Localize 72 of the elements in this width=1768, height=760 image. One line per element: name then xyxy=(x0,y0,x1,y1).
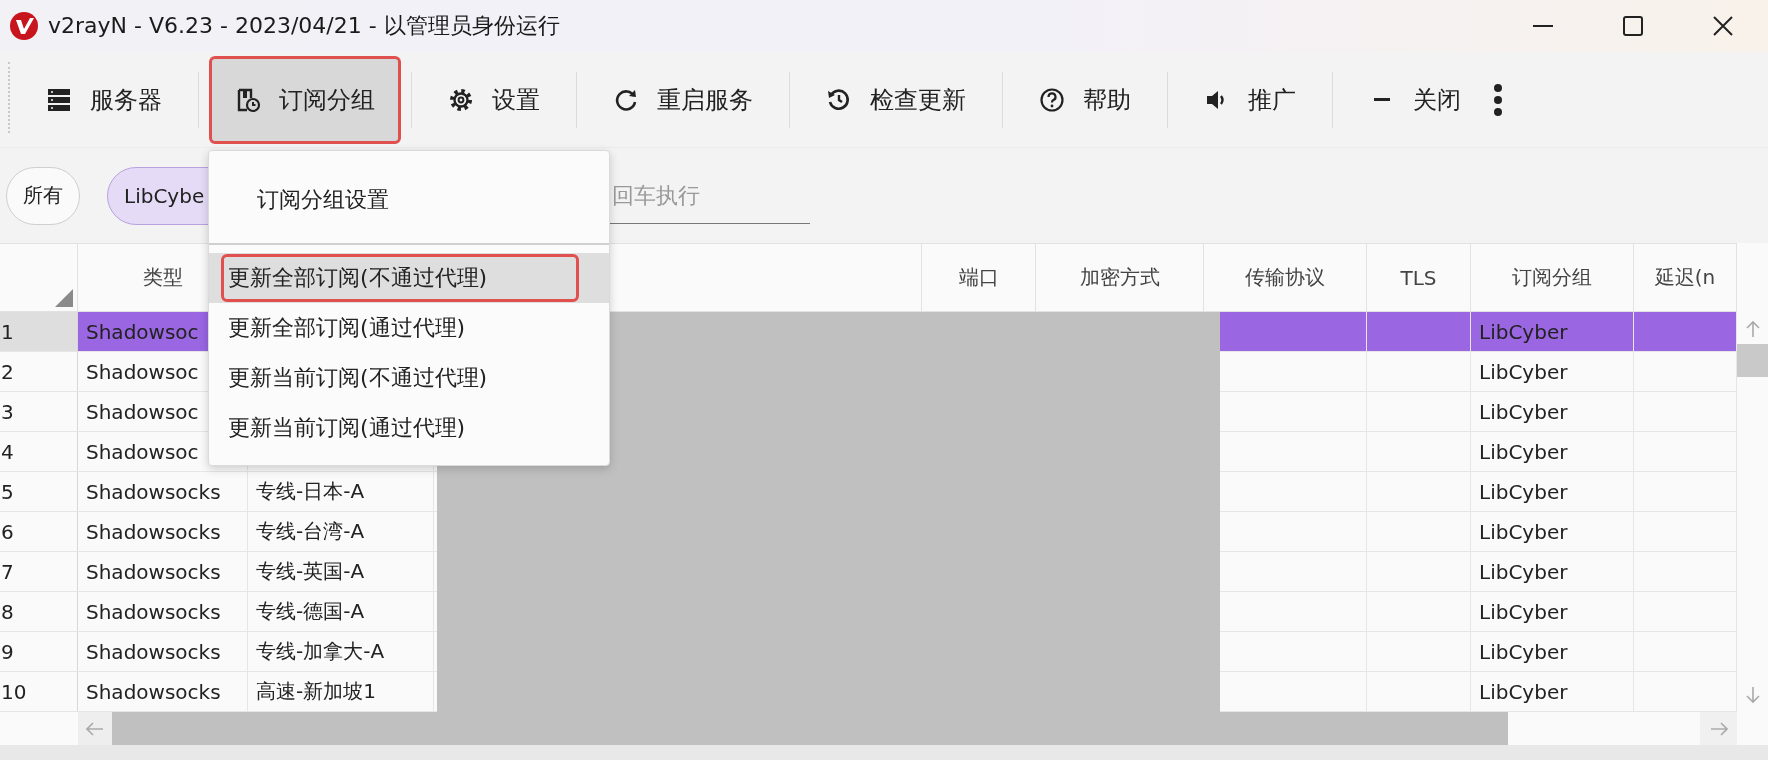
row-number: 4 xyxy=(1,439,14,464)
row-number: 9 xyxy=(1,639,14,664)
row-number: 8 xyxy=(1,599,14,624)
table-cell: Shadowsocks xyxy=(86,479,221,504)
table-cell: Shadowsocks xyxy=(86,519,221,544)
menu-item[interactable]: 更新全部订阅(不通过代理) xyxy=(209,253,609,303)
menu-item[interactable]: 更新当前订阅(不通过代理) xyxy=(209,353,609,403)
toolbar-button[interactable]: 设置 xyxy=(424,57,564,142)
column-header[interactable]: 订阅分组 xyxy=(1471,244,1634,311)
close-icon[interactable] xyxy=(1711,14,1735,38)
row-number: 7 xyxy=(1,559,14,584)
scrollbar-thumb[interactable] xyxy=(112,712,1508,745)
toolbar-button[interactable]: 关闭 xyxy=(1345,57,1485,142)
right-arrow-icon[interactable] xyxy=(1709,720,1728,737)
toolbar-button[interactable]: 检查更新 xyxy=(802,57,990,142)
column-header[interactable]: 延迟(n xyxy=(1634,244,1737,311)
toolbar-button[interactable]: 帮助 xyxy=(1015,57,1155,142)
row-number: 6 xyxy=(1,519,14,544)
search-field[interactable]: 回车执行 xyxy=(560,167,810,224)
table-cell: LibCyber xyxy=(1479,319,1568,344)
table-cell: Shadowsocks xyxy=(86,559,221,584)
filter-chip[interactable]: 所有 xyxy=(6,166,80,225)
row-number: 1 xyxy=(1,319,14,344)
table-cell: Shadowsoc xyxy=(86,319,199,344)
row-number: 3 xyxy=(1,399,14,424)
toolbar-button[interactable]: 订阅分组 xyxy=(211,57,399,142)
logo-icon xyxy=(10,12,38,40)
table-cell: LibCyber xyxy=(1479,639,1568,664)
table-cell: LibCyber xyxy=(1479,679,1568,704)
table-cell: Shadowsoc xyxy=(86,399,199,424)
column-header[interactable]: TLS xyxy=(1367,244,1471,311)
toolbar-button[interactable]: 推广 xyxy=(1180,57,1320,142)
toolbar-button[interactable]: 服务器 xyxy=(22,57,186,142)
table-cell: LibCyber xyxy=(1479,399,1568,424)
gear-icon xyxy=(448,86,474,113)
table-cell: Shadowsocks xyxy=(86,599,221,624)
maximize-icon[interactable] xyxy=(1621,14,1645,38)
column-header[interactable]: 传输协议 xyxy=(1204,244,1367,311)
table-cell: 专线-台湾-A xyxy=(256,518,365,545)
table-cell: 高速-新加坡1 xyxy=(256,678,376,705)
table-cell: LibCyber xyxy=(1479,559,1568,584)
table-cell: LibCyber xyxy=(1479,479,1568,504)
down-arrow-icon[interactable] xyxy=(1744,686,1761,704)
row-number: 5 xyxy=(1,479,14,504)
table-cell: LibCyber xyxy=(1479,439,1568,464)
toolbar-button[interactable]: 重启服务 xyxy=(589,57,777,142)
document-clock-icon xyxy=(235,86,261,113)
table-cell: LibCyber xyxy=(1479,599,1568,624)
table-cell: Shadowsoc xyxy=(86,359,199,384)
table-cell: 专线-加拿大-A xyxy=(256,638,385,665)
table-cell: Shadowsocks xyxy=(86,639,221,664)
table-cell: Shadowsoc xyxy=(86,439,199,464)
server-icon xyxy=(46,86,72,113)
more-options-icon[interactable] xyxy=(1493,82,1503,117)
up-arrow-icon[interactable] xyxy=(1744,320,1761,338)
column-header[interactable]: 加密方式 xyxy=(1036,244,1204,311)
column-header[interactable]: 端口 xyxy=(922,244,1036,311)
window-title: v2rayN - V6.23 - 2023/04/21 - 以管理员身份运行 xyxy=(48,12,560,40)
table-cell: LibCyber xyxy=(1479,519,1568,544)
table-cell: 专线-德国-A xyxy=(256,598,365,625)
table-cell: Shadowsocks xyxy=(86,679,221,704)
history-icon xyxy=(826,86,852,113)
row-number: 2 xyxy=(1,359,14,384)
corner-triangle-icon xyxy=(55,289,73,307)
help-icon xyxy=(1039,86,1065,113)
table-cell: 专线-英国-A xyxy=(256,558,365,585)
row-number: 10 xyxy=(1,679,27,704)
table-cell: 专线-日本-A xyxy=(256,478,365,505)
scrollbar-thumb[interactable] xyxy=(1737,344,1768,377)
table-cell: LibCyber xyxy=(1479,359,1568,384)
left-arrow-icon[interactable] xyxy=(86,720,104,737)
minus-icon xyxy=(1374,98,1390,101)
